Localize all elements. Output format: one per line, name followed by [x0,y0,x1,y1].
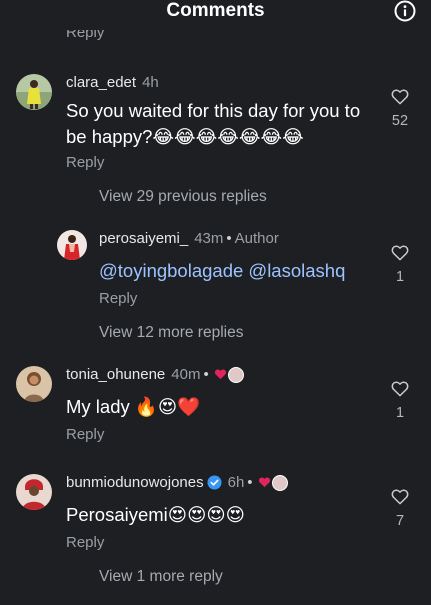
timestamp: 6h [227,474,245,491]
comment-meta: bunmiodunowojones 6h • [66,474,290,492]
like-count: 52 [391,113,409,129]
comment-bunmiodunowojones: bunmiodunowojones 6h • Perosaiyemi😍😍😍😍 Rep… [0,472,431,558]
heart-filled-icon [214,369,226,380]
comment-meta: perosaiyemi_ 43m • Author [99,230,279,247]
timestamp: 43m [194,230,224,247]
page-title: Comments [166,0,265,21]
username[interactable]: perosaiyemi_ [99,230,188,247]
liked-by-author [212,367,246,384]
like-button[interactable]: 52 [385,88,415,129]
heart-outline-icon[interactable] [391,380,409,397]
view-more-replies[interactable]: View 1 more reply [99,568,223,586]
author-badge: Author [234,230,279,247]
mention-link[interactable]: @lasolashq [248,260,345,281]
reply-link-partial[interactable]: Reply [66,30,104,44]
info-icon[interactable] [394,0,416,22]
reply-button[interactable]: Reply [66,534,104,551]
view-more-replies[interactable]: View 12 more replies [99,324,243,342]
username[interactable]: tonia_ohunene [66,366,165,383]
view-previous-replies[interactable]: View 29 previous replies [99,188,267,206]
heart-outline-icon[interactable] [391,488,409,505]
comment-text: So you waited for this day for you to be… [66,100,361,147]
like-count: 1 [395,405,405,421]
avatar[interactable] [57,230,87,260]
like-button[interactable]: 1 [385,380,415,421]
comment-meta: tonia_ohunene 40m • [66,366,246,384]
comment-clara-edet: clara_edet 4h So you waited for this day … [0,72,431,182]
like-count: 1 [395,269,405,285]
comment-perosaiyemi: perosaiyemi_ 43m • Author @toyingbolagade @… [0,228,431,318]
comments-header: Comments [0,0,431,28]
like-button[interactable]: 7 [385,488,415,529]
timestamp: 40m [171,366,201,383]
like-button[interactable]: 1 [385,244,415,285]
comment-meta: clara_edet 4h [66,74,159,91]
comment-text: Perosaiyemi😍😍😍😍 [66,504,245,525]
mention-link[interactable]: @toyingbolagade [99,260,243,281]
avatar[interactable] [16,474,52,510]
username[interactable]: clara_edet [66,74,136,91]
comment-tonia-ohunene: tonia_ohunene 40m • My lady 🔥😍❤️ Reply 1 [0,364,431,448]
like-count: 7 [395,513,405,529]
heart-filled-icon [258,477,270,488]
username[interactable]: bunmiodunowojones [66,474,204,491]
comment-text: @toyingbolagade @lasolashq [99,258,379,284]
avatar[interactable] [16,74,52,110]
heart-outline-icon[interactable] [391,244,409,261]
liked-by-author [256,475,290,492]
author-mini-avatar [271,475,288,492]
reply-button[interactable]: Reply [99,290,137,307]
reply-button[interactable]: Reply [66,154,104,171]
comment-text: My lady 🔥😍❤️ [66,396,201,417]
timestamp: 4h [142,74,159,91]
author-mini-avatar [227,367,244,384]
avatar[interactable] [16,366,52,402]
heart-outline-icon[interactable] [391,88,409,105]
reply-button[interactable]: Reply [66,426,104,443]
verified-badge-icon [207,475,222,490]
